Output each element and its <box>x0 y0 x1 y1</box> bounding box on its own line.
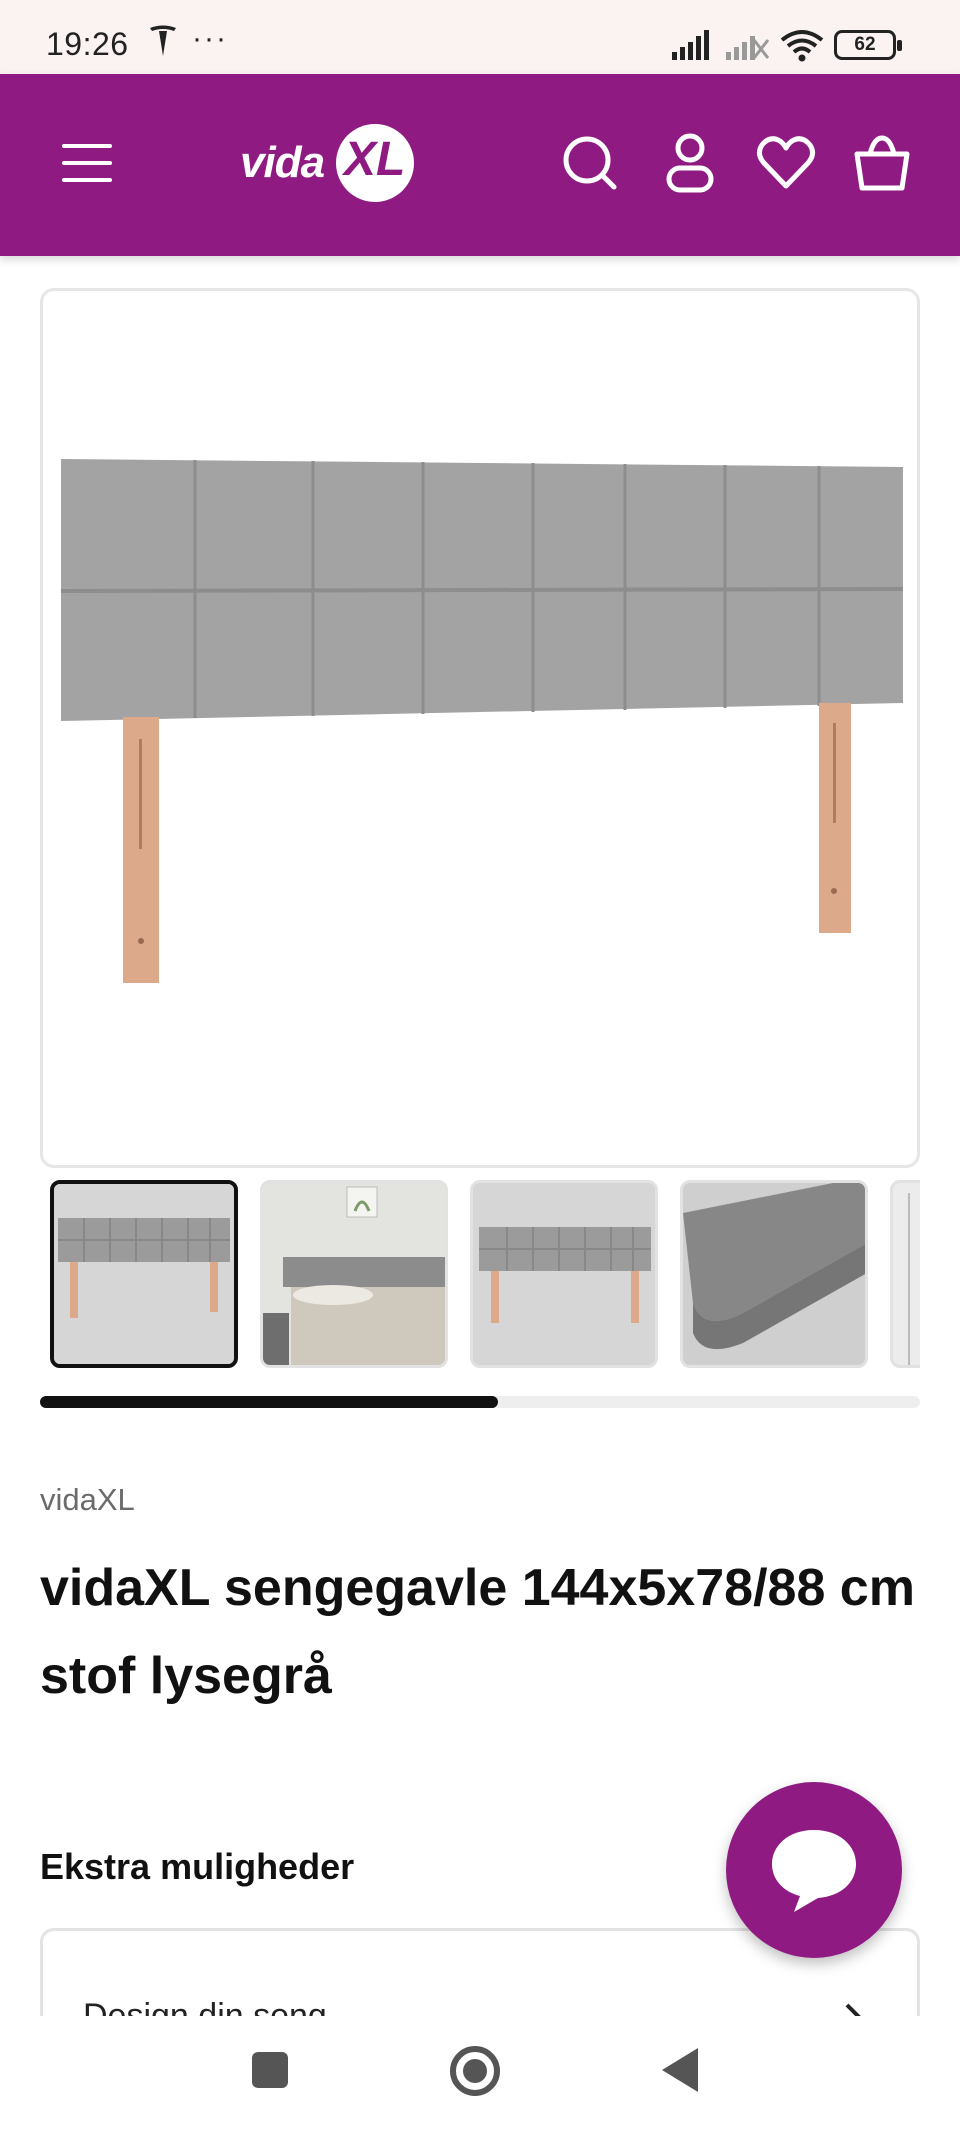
chat-button[interactable] <box>726 1782 902 1958</box>
thumbnail-fabric-detail[interactable] <box>680 1180 868 1368</box>
tesla-icon <box>150 25 176 56</box>
chat-bubble-icon <box>772 1830 856 1912</box>
product-title: vidaXL sengegavle 144x5x78/88 cm stof ly… <box>40 1559 915 1705</box>
thumbnail-image <box>893 1183 920 1365</box>
status-more: ··· <box>192 22 228 55</box>
site-header: vida XL <box>0 74 960 256</box>
thumbnail-image <box>683 1183 865 1365</box>
product-main-image[interactable] <box>40 288 920 1168</box>
search-icon[interactable] <box>560 132 620 194</box>
recent-apps-icon[interactable] <box>252 2052 288 2088</box>
vidaxl-logo[interactable]: vida XL <box>240 124 414 204</box>
thumbnail-headboard-front[interactable] <box>50 1180 238 1368</box>
logo-xl: XL <box>344 133 406 186</box>
battery-level: 62 <box>854 34 876 55</box>
battery-icon: 62 <box>834 30 902 60</box>
thumbnail-image <box>54 1184 234 1364</box>
status-bar: 19:26 ··· 62 <box>0 0 960 74</box>
home-icon[interactable] <box>450 2046 500 2096</box>
wifi-icon <box>780 30 824 62</box>
thumbnail-image <box>473 1183 655 1365</box>
logo-text: vida <box>240 138 325 187</box>
scrollbar-thumb[interactable] <box>40 1396 498 1408</box>
signal-icon <box>672 30 709 60</box>
extras-heading: Ekstra muligheder <box>40 1846 355 1887</box>
gallery-scrollbar[interactable] <box>40 1396 920 1408</box>
account-icon[interactable] <box>660 132 720 194</box>
status-time: 19:26 <box>46 26 129 62</box>
system-nav-bar <box>0 2016 960 2133</box>
thumbnail-headboard-front-alt[interactable] <box>470 1180 658 1368</box>
headboard-image <box>60 459 904 983</box>
thumbnail-bedroom-scene[interactable] <box>260 1180 448 1368</box>
menu-icon[interactable] <box>58 140 118 186</box>
thumbnail-strip <box>40 1178 920 1372</box>
heart-icon[interactable] <box>756 132 816 194</box>
signal-2-icon <box>726 36 770 60</box>
thumbnail-image <box>263 1183 445 1365</box>
thumbnail-partial-next[interactable] <box>890 1180 920 1368</box>
basket-icon[interactable] <box>852 132 912 194</box>
back-icon[interactable] <box>662 2048 698 2092</box>
product-brand[interactable]: vidaXL <box>40 1482 135 1518</box>
